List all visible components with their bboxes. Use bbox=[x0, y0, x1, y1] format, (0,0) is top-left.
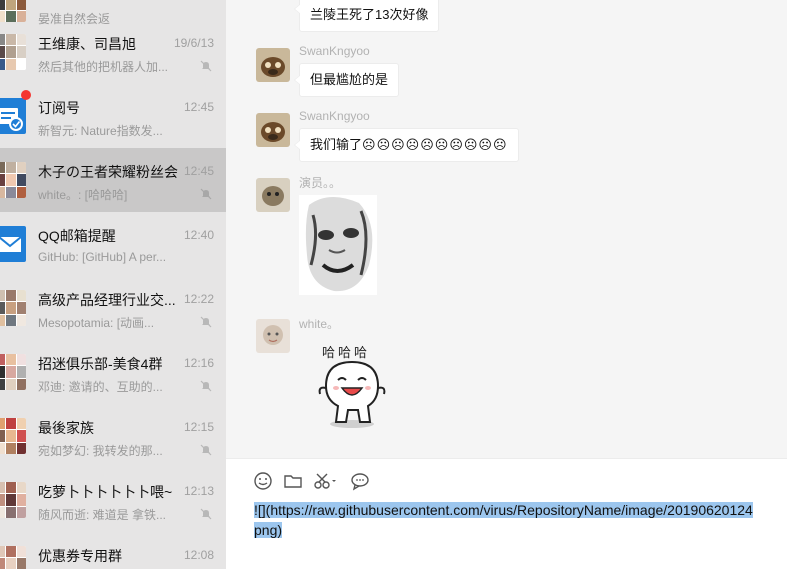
selected-text: ![](https://raw.githubusercontent.com/vi… bbox=[254, 502, 753, 518]
message-bubble[interactable]: 但最尴尬的是 bbox=[293, 63, 400, 97]
selected-text: png) bbox=[254, 522, 283, 538]
mute-icon bbox=[200, 444, 212, 456]
chat-time: 12:45 bbox=[183, 100, 214, 114]
smile-icon[interactable] bbox=[253, 471, 273, 491]
chat-preview: white。: [哈哈哈] bbox=[38, 188, 128, 202]
chat-item[interactable]: 王维康、司昌旭 19/6/13 然后其他的把机器人加... bbox=[0, 20, 226, 84]
chat-name: 高级产品经理行业交... bbox=[38, 292, 176, 308]
chat-preview: Mesopotamia: [动画... bbox=[38, 316, 155, 330]
folder-icon[interactable] bbox=[283, 471, 303, 491]
avatar bbox=[0, 354, 26, 390]
avatar bbox=[0, 162, 26, 198]
avatar bbox=[0, 418, 26, 454]
chat-item[interactable]: 最後家族 12:15 宛如梦幻: 我转发的那... bbox=[0, 404, 226, 468]
chat-name: 优惠券专用群 bbox=[38, 548, 122, 564]
message-area: 兰陵王死了13次好像 SwanKngyoo 但最尴尬的是 SwanKngyoo … bbox=[226, 0, 787, 458]
chat-preview: 邓迪: 邀请的、互助的... bbox=[38, 380, 163, 394]
sad-emoji-row: ☹☹☹☹☹☹☹☹☹☹ bbox=[362, 137, 508, 152]
chat-time: 12:40 bbox=[183, 228, 214, 242]
message-bubble[interactable]: 我们输了☹☹☹☹☹☹☹☹☹☹ bbox=[294, 128, 519, 162]
chat-preview: GitHub: [GitHub] A per... bbox=[38, 250, 167, 264]
chat-time: 12:15 bbox=[183, 420, 214, 434]
sender-name: SwanKngyoo bbox=[299, 44, 370, 58]
mute-icon bbox=[200, 380, 212, 392]
message-text: 兰陵王死了13次好像 bbox=[310, 7, 429, 22]
subscription-icon bbox=[0, 98, 26, 134]
chat-preview: 随风而逝: 难道是 拿铁... bbox=[38, 508, 167, 522]
message-composer[interactable]: ![](https://raw.githubusercontent.com/vi… bbox=[226, 458, 787, 569]
laughing-sticker[interactable]: 哈哈哈 bbox=[314, 338, 394, 430]
chat-list: 晏准自然会返 王维康、司昌旭 19/6/13 然后其他的把机器人加... 订阅号… bbox=[0, 0, 226, 569]
chat-item[interactable]: 高级产品经理行业交... 12:22 Mesopotamia: [动画... bbox=[0, 276, 226, 340]
chat-time: 12:45 bbox=[183, 164, 214, 178]
mute-icon bbox=[200, 508, 212, 520]
chat-item[interactable]: 吃萝卜卜卜卜卜卜喂~ 12:13 随风而逝: 难道是 拿铁... bbox=[0, 468, 226, 532]
avatar[interactable] bbox=[256, 178, 290, 212]
avatar bbox=[0, 0, 26, 22]
compose-input[interactable]: ![](https://raw.githubusercontent.com/vi… bbox=[254, 500, 787, 540]
avatar[interactable] bbox=[256, 319, 290, 353]
avatar bbox=[0, 546, 26, 569]
avatar[interactable] bbox=[256, 48, 290, 82]
chat-item-selected[interactable]: 木子の王者荣耀粉丝会 12:45 white。: [哈哈哈] bbox=[0, 148, 226, 212]
avatar bbox=[0, 34, 26, 70]
scissors-icon[interactable] bbox=[313, 471, 339, 491]
chat-name: 王维康、司昌旭 bbox=[38, 36, 136, 52]
avatar bbox=[0, 482, 26, 518]
message-text: 但最尴尬的是 bbox=[310, 72, 389, 87]
chat-name: 最後家族 bbox=[38, 420, 94, 436]
chat-time: 12:08 bbox=[183, 548, 214, 562]
face-sticker[interactable] bbox=[299, 195, 377, 295]
chat-time: 19/6/13 bbox=[173, 36, 214, 50]
message-bubble[interactable]: 兰陵王死了13次好像 bbox=[293, 0, 440, 32]
chat-name: 木子の王者荣耀粉丝会 bbox=[38, 164, 178, 180]
chat-item[interactable]: QQ邮箱提醒 12:40 GitHub: [GitHub] A per... bbox=[0, 212, 226, 276]
chat-item[interactable]: 招迷俱乐部-美食4群 12:16 邓迪: 邀请的、互助的... bbox=[0, 340, 226, 404]
chat-name: QQ邮箱提醒 bbox=[38, 228, 116, 244]
chat-item[interactable]: 订阅号 12:45 新智元: Nature指数发... bbox=[0, 84, 226, 148]
chat-preview: 然后其他的把机器人加... bbox=[38, 60, 169, 74]
mail-icon bbox=[0, 226, 26, 262]
unread-dot bbox=[21, 90, 31, 100]
chat-time: 12:16 bbox=[183, 356, 214, 370]
chat-bubble-icon[interactable] bbox=[350, 471, 370, 491]
chat-preview: 宛如梦幻: 我转发的那... bbox=[38, 444, 163, 458]
sender-name: white。 bbox=[299, 317, 340, 331]
chat-time: 12:22 bbox=[183, 292, 214, 306]
sender-name: 演员。。 bbox=[299, 176, 342, 190]
mute-icon bbox=[200, 316, 212, 328]
avatar[interactable] bbox=[256, 113, 290, 147]
chat-time: 12:13 bbox=[183, 484, 214, 498]
chat-name: 吃萝卜卜卜卜卜卜喂~ bbox=[38, 484, 173, 500]
chat-name: 订阅号 bbox=[38, 100, 80, 116]
avatar bbox=[0, 290, 26, 326]
chat-name: 招迷俱乐部-美食4群 bbox=[38, 356, 163, 372]
mute-icon bbox=[200, 60, 212, 72]
message-text: 我们输了 bbox=[310, 137, 363, 152]
chat-item[interactable]: 优惠券专用群 12:08 bbox=[0, 532, 226, 569]
chat-preview: 新智元: Nature指数发... bbox=[38, 124, 163, 138]
sender-name: SwanKngyoo bbox=[299, 109, 370, 123]
mute-icon bbox=[200, 188, 212, 200]
